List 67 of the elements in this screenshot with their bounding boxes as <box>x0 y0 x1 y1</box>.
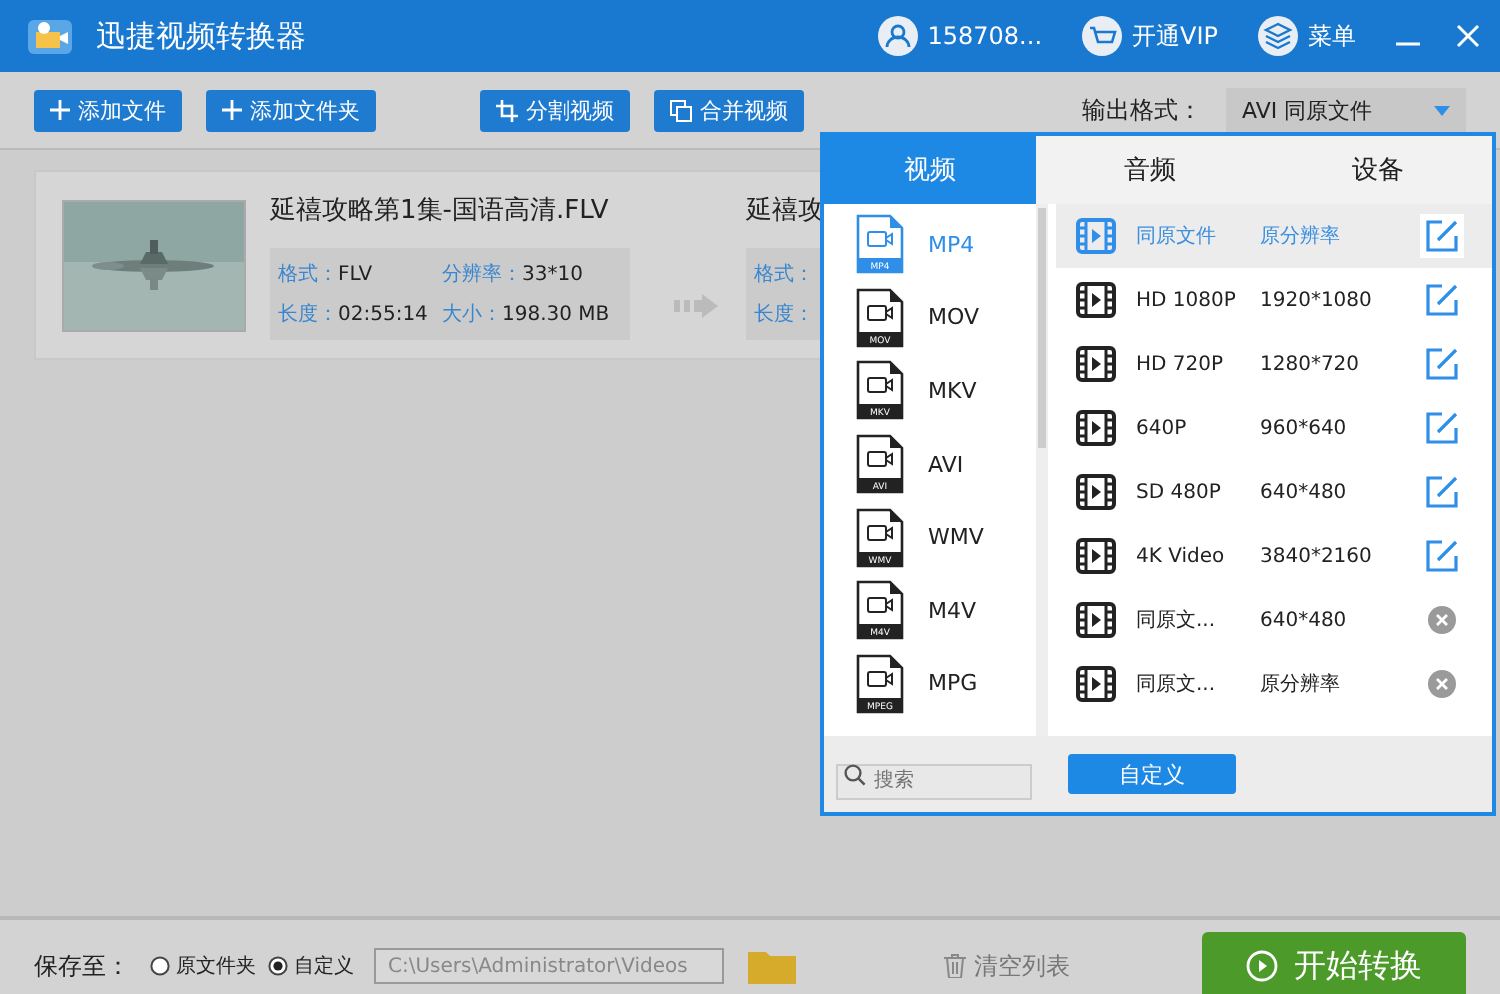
film-icon <box>1076 538 1116 574</box>
start-convert-button[interactable]: 开始转换 <box>1202 932 1466 994</box>
toolbar-button[interactable]: 分割视频 <box>480 89 630 131</box>
preset-row[interactable]: 同原文... 原分辨率 <box>1056 652 1492 716</box>
format-tab[interactable]: 设备 <box>1264 136 1492 204</box>
save-to-label: 保存至： <box>34 949 130 983</box>
film-icon <box>1076 282 1116 318</box>
crop-icon <box>496 99 518 121</box>
delete-icon[interactable] <box>1428 670 1456 698</box>
film-icon <box>1076 602 1116 638</box>
edit-icon[interactable] <box>1424 346 1460 382</box>
edit-icon[interactable] <box>1424 538 1460 574</box>
radio-button[interactable] <box>268 956 288 976</box>
window-title: 迅捷视频转换器 <box>96 17 308 55</box>
edit-icon[interactable] <box>1424 474 1460 510</box>
search-field[interactable]: 搜索 <box>836 763 1032 799</box>
vip-link[interactable]: 开通VIP <box>1132 19 1218 53</box>
preset-row[interactable]: SD 480P 640*480 <box>1056 460 1492 524</box>
film-icon <box>1076 666 1116 702</box>
radio-label[interactable]: 自定义 <box>294 952 354 980</box>
file-name: 延禧攻略第1集-国语高清.FLV <box>270 193 611 227</box>
delete-icon[interactable] <box>1428 606 1456 634</box>
file-name: 延禧攻 <box>746 193 826 227</box>
radio-button[interactable] <box>150 956 170 976</box>
cart-icon[interactable] <box>1082 16 1123 56</box>
plus-icon <box>50 100 70 120</box>
plus-icon <box>222 100 242 120</box>
toolbar-button[interactable]: 合并视频 <box>654 89 804 131</box>
output-format-label: 输出格式： <box>1082 93 1202 127</box>
format-info: 格式： <box>754 261 814 287</box>
edit-icon[interactable] <box>1424 282 1460 318</box>
film-icon <box>1076 218 1116 254</box>
preset-row[interactable]: HD 1080P 1920*1080 <box>1056 268 1492 332</box>
toolbar-button[interactable]: 添加文件夹 <box>206 89 376 131</box>
film-icon <box>1076 346 1116 382</box>
arrow-icon <box>674 294 722 318</box>
preset-row[interactable]: HD 720P 1280*720 <box>1056 332 1492 396</box>
layers-icon[interactable] <box>1258 16 1298 56</box>
play-icon <box>1246 950 1278 982</box>
copy-icon <box>670 99 692 121</box>
resolution-info: 分辨率：33*10 <box>442 261 583 287</box>
menu-button[interactable]: 菜单 <box>1308 19 1356 53</box>
size-info: 大小：198.30 MB <box>442 301 610 327</box>
film-icon <box>1076 410 1116 446</box>
app-logo-icon <box>28 16 72 56</box>
format-tab[interactable]: 视频 <box>824 136 1036 204</box>
format-info: 格式：FLV <box>278 261 373 287</box>
preset-row[interactable]: 640P 960*640 <box>1056 396 1492 460</box>
output-format-dropdown[interactable]: AVI 同原文件 <box>1226 88 1466 132</box>
caret-icon <box>1434 105 1450 115</box>
toolbar-button[interactable]: 添加文件 <box>34 89 182 131</box>
user-icon[interactable] <box>877 16 918 56</box>
custom-button[interactable]: 自定义 <box>1068 754 1236 794</box>
user-account[interactable]: 158708... <box>927 22 1043 50</box>
trash-icon[interactable] <box>944 954 966 978</box>
duration-info: 长度：02:55:14 <box>278 301 428 327</box>
radio-label[interactable]: 原文件夹 <box>176 952 256 980</box>
scrollbar-thumb[interactable] <box>1038 208 1046 448</box>
preset-row[interactable]: 4K Video 3840*2160 <box>1056 524 1492 588</box>
format-tab[interactable]: 音频 <box>1036 136 1264 204</box>
edit-icon[interactable] <box>1424 218 1460 254</box>
film-icon <box>1076 474 1116 510</box>
edit-icon[interactable] <box>1424 410 1460 446</box>
close-icon[interactable] <box>1456 24 1480 48</box>
duration-info: 长度： <box>754 301 814 327</box>
preset-row[interactable]: 同原文... 640*480 <box>1056 588 1492 652</box>
search-icon <box>844 763 866 785</box>
